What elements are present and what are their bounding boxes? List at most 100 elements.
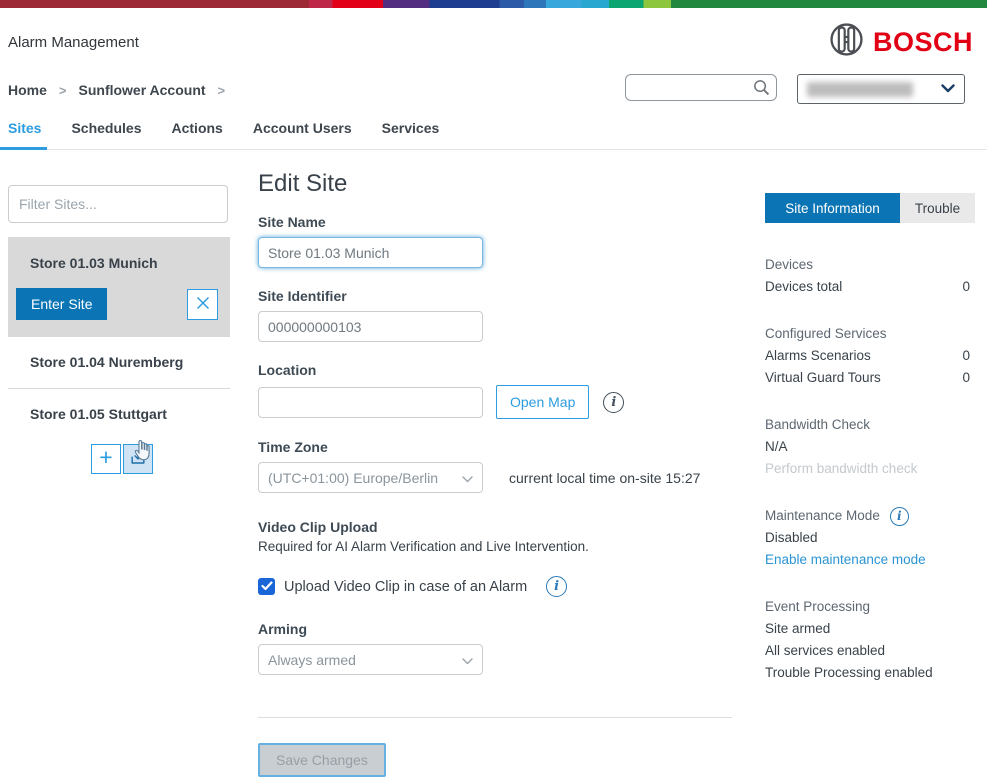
info-row-value: 0 [962, 367, 970, 389]
breadcrumb-separator-icon: > [59, 83, 67, 98]
time-zone-row: (UTC+01:00) Europe/Berlin current local … [258, 462, 732, 493]
bosch-anchor-icon [829, 22, 864, 62]
site-identifier-label: Site Identifier [258, 288, 732, 304]
bandwidth-status: N/A [765, 436, 976, 458]
maintenance-header: Maintenance Mode i [765, 505, 976, 527]
enable-maintenance-link[interactable]: Enable maintenance mode [765, 549, 976, 571]
open-map-button[interactable]: Open Map [496, 385, 589, 419]
tab-trouble[interactable]: Trouble [900, 193, 975, 223]
site-info-tabs: Site Information Trouble [765, 193, 976, 223]
site-name-group: Site Name [258, 214, 732, 268]
add-site-button[interactable]: + [91, 444, 121, 474]
devices-section: Devices Devices total 0 [765, 254, 976, 298]
event-processing-line: Trouble Processing enabled [765, 662, 976, 684]
site-name-input[interactable] [258, 237, 483, 268]
time-zone-select[interactable]: (UTC+01:00) Europe/Berlin [258, 462, 483, 493]
page-title: Edit Site [258, 170, 732, 198]
tab-account-users[interactable]: Account Users [253, 120, 354, 149]
breadcrumb: Home > Sunflower Account > [8, 74, 225, 98]
breadcrumb-row: Home > Sunflower Account > [0, 68, 987, 108]
configured-services-section: Configured Services Alarms Scenarios 0 V… [765, 323, 976, 389]
close-icon [195, 295, 211, 314]
info-row-value: 0 [962, 345, 970, 367]
local-time-note: current local time on-site 15:27 [509, 470, 700, 486]
edit-site-form: Edit Site Site Name Site Identifier Loca… [258, 170, 732, 777]
bandwidth-section: Bandwidth Check N/A Perform bandwidth ch… [765, 414, 976, 480]
bandwidth-header: Bandwidth Check [765, 414, 976, 436]
header-controls [625, 74, 965, 104]
tab-sites[interactable]: Sites [8, 120, 43, 149]
tab-services[interactable]: Services [382, 120, 442, 149]
location-group: Location Open Map i [258, 362, 732, 419]
time-zone-group: Time Zone (UTC+01:00) Europe/Berlin curr… [258, 439, 732, 493]
bosch-logo: BOSCH [829, 22, 973, 62]
info-row: Devices total 0 [765, 276, 976, 298]
sites-sidebar: Store 01.03 Munich Enter Site Store 01.0… [8, 185, 230, 474]
location-input[interactable] [258, 387, 483, 418]
maintenance-section: Maintenance Mode i Disabled Enable maint… [765, 505, 976, 571]
info-row-label: Virtual Guard Tours [765, 367, 881, 389]
site-info-panel: Site Information Trouble Devices Devices… [765, 193, 976, 684]
arming-value: Always armed [268, 652, 356, 668]
video-clip-section: Video Clip Upload Required for AI Alarm … [258, 519, 732, 597]
app-header: Alarm Management BOSCH [0, 8, 987, 68]
tab-site-information[interactable]: Site Information [765, 193, 900, 223]
upload-video-checkbox-label: Upload Video Clip in case of an Alarm [284, 579, 527, 595]
maintenance-info-icon[interactable]: i [890, 507, 909, 526]
breadcrumb-account[interactable]: Sunflower Account [79, 82, 206, 98]
chevron-down-icon [462, 652, 473, 668]
video-clip-info-icon[interactable]: i [546, 576, 567, 597]
event-processing-section: Event Processing Site armed All services… [765, 596, 976, 684]
info-row-label: Devices total [765, 276, 842, 298]
bandwidth-check-link-disabled: Perform bandwidth check [765, 458, 976, 480]
form-divider [258, 717, 732, 718]
configured-services-header: Configured Services [765, 323, 976, 345]
upload-video-checkbox[interactable] [258, 578, 275, 595]
site-name: Store 01.04 Nuremberg [30, 354, 183, 370]
selected-site-actions: Enter Site [8, 288, 222, 320]
location-label: Location [258, 362, 732, 378]
location-info-icon[interactable]: i [603, 392, 624, 413]
bosch-supergraphic-stripe [0, 0, 987, 8]
event-processing-header: Event Processing [765, 596, 976, 618]
search-icon[interactable] [752, 78, 771, 102]
site-name: Store 01.03 Munich [8, 255, 222, 271]
search-box [625, 74, 777, 101]
maintenance-status: Disabled [765, 527, 976, 549]
close-site-button[interactable] [187, 289, 218, 320]
info-row-label: Alarms Scenarios [765, 345, 871, 367]
breadcrumb-separator-icon: > [218, 83, 226, 98]
enter-site-button[interactable]: Enter Site [16, 288, 107, 320]
chevron-down-icon [462, 470, 473, 486]
arming-label: Arming [258, 621, 732, 637]
import-sites-button[interactable] [123, 444, 153, 474]
user-menu-dropdown[interactable] [797, 74, 965, 104]
filter-sites-input[interactable] [8, 185, 228, 223]
breadcrumb-home[interactable]: Home [8, 82, 47, 98]
check-icon [261, 578, 273, 596]
video-clip-checkbox-row: Upload Video Clip in case of an Alarm i [258, 576, 732, 597]
location-row: Open Map i [258, 385, 732, 419]
site-name-label: Site Name [258, 214, 732, 230]
info-row-value: 0 [962, 276, 970, 298]
arming-select[interactable]: Always armed [258, 644, 483, 675]
site-list-item-selected[interactable]: Store 01.03 Munich Enter Site [8, 237, 230, 337]
plus-icon: + [99, 444, 112, 471]
site-list-item[interactable]: Store 01.05 Stuttgart [8, 389, 230, 440]
info-row: Virtual Guard Tours 0 [765, 367, 976, 389]
tab-schedules[interactable]: Schedules [71, 120, 143, 149]
save-changes-button[interactable]: Save Changes [258, 743, 386, 777]
site-name: Store 01.05 Stuttgart [30, 406, 167, 422]
event-processing-line: All services enabled [765, 640, 976, 662]
site-identifier-group: Site Identifier [258, 288, 732, 342]
tab-actions[interactable]: Actions [172, 120, 225, 149]
arming-group: Arming Always armed [258, 621, 732, 675]
time-zone-value: (UTC+01:00) Europe/Berlin [268, 470, 438, 486]
main-nav-tabs: Sites Schedules Actions Account Users Se… [0, 108, 987, 150]
chevron-down-icon [941, 80, 955, 98]
site-list-item[interactable]: Store 01.04 Nuremberg [8, 337, 230, 389]
site-list: Store 01.03 Munich Enter Site Store 01.0… [8, 237, 230, 440]
site-identifier-input[interactable] [258, 311, 483, 342]
app-title: Alarm Management [8, 34, 139, 51]
user-name-redacted [807, 82, 913, 97]
